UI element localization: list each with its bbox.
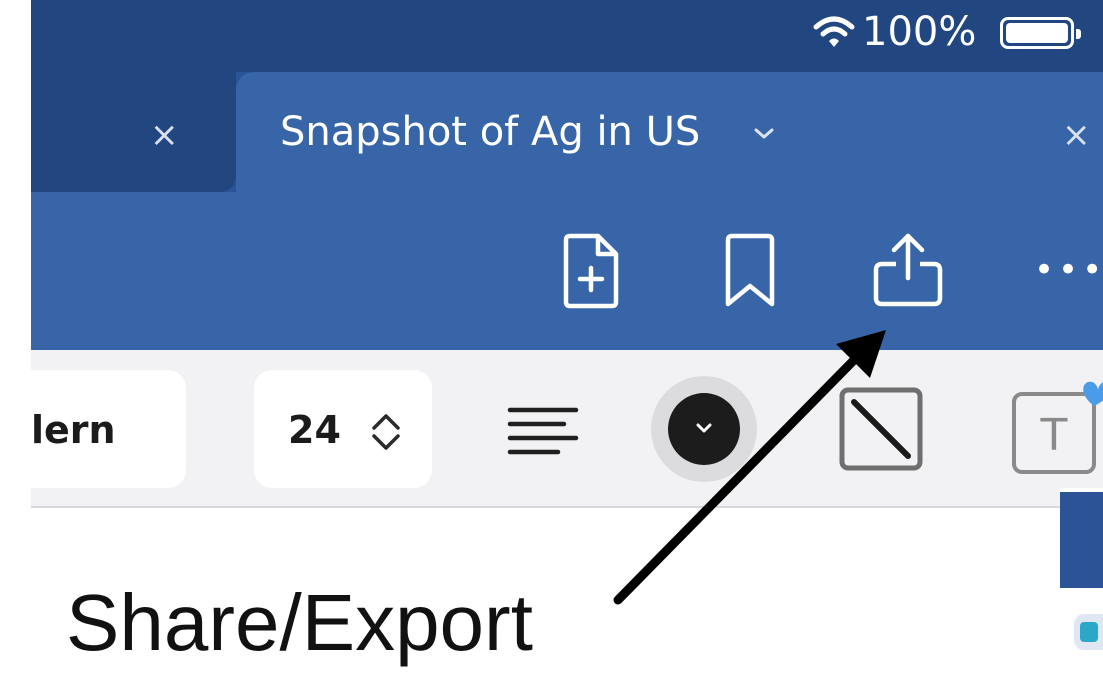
annotation-arrow [613, 330, 886, 605]
annotation-caption: Share/Export [66, 578, 533, 667]
